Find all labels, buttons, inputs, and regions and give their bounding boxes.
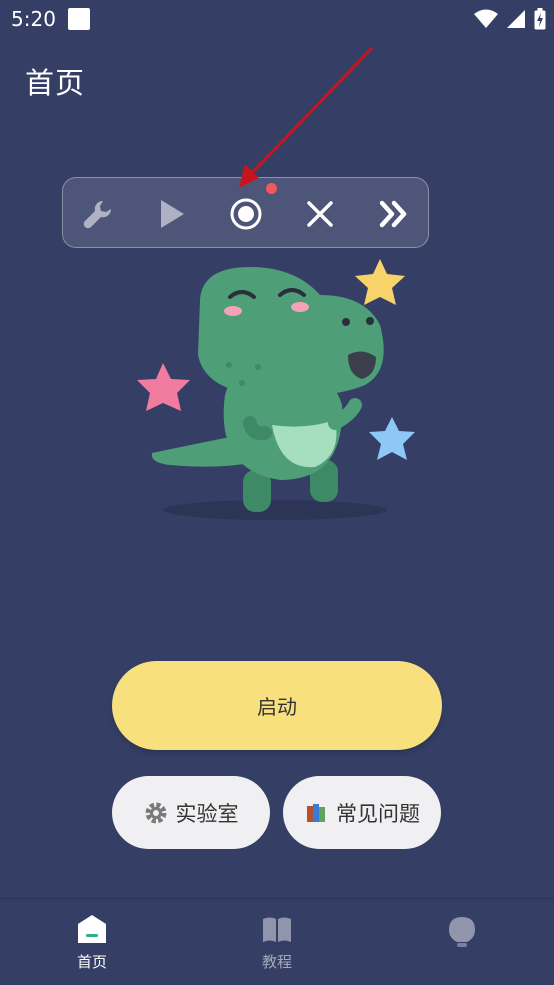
page-title: 首页 — [25, 66, 86, 100]
nav-item-third[interactable] — [402, 899, 522, 985]
toolbar-play-button[interactable] — [145, 178, 199, 249]
status-bar: 5:20 — [0, 0, 554, 38]
nav-label-tutorial: 教程 — [261, 953, 292, 971]
start-button[interactable]: 启动 — [112, 661, 442, 750]
bulb-icon — [449, 917, 475, 947]
status-time: 5:20 — [11, 7, 56, 31]
lab-button[interactable]: 实验室 — [112, 776, 270, 849]
wifi-icon — [474, 9, 498, 28]
nav-item-home[interactable]: 首页 — [32, 899, 152, 985]
gear-icon — [145, 802, 166, 823]
status-icons — [474, 8, 546, 30]
double-chevron-right-icon — [379, 200, 407, 227]
annotation-arrow — [239, 46, 374, 188]
home-icon — [78, 915, 106, 943]
close-icon — [307, 200, 333, 227]
notification-icon — [68, 8, 90, 30]
nav-item-tutorial[interactable]: 教程 — [217, 899, 337, 985]
faq-button-label: 常见问题 — [336, 801, 420, 826]
wrench-icon — [83, 200, 112, 228]
play-icon — [161, 199, 184, 228]
nav-label-home: 首页 — [76, 953, 107, 971]
lab-button-label: 实验室 — [175, 801, 239, 826]
dinosaur-mascot-image — [137, 259, 415, 520]
bottom-nav: 首页 教程 — [0, 898, 554, 985]
record-icon — [230, 198, 262, 229]
book-icon — [263, 917, 291, 942]
toolbar-tools-button[interactable] — [71, 178, 125, 249]
signal-icon — [507, 10, 525, 28]
faq-button[interactable]: 常见问题 — [283, 776, 441, 849]
battery-icon — [534, 8, 546, 30]
books-icon — [307, 803, 325, 822]
